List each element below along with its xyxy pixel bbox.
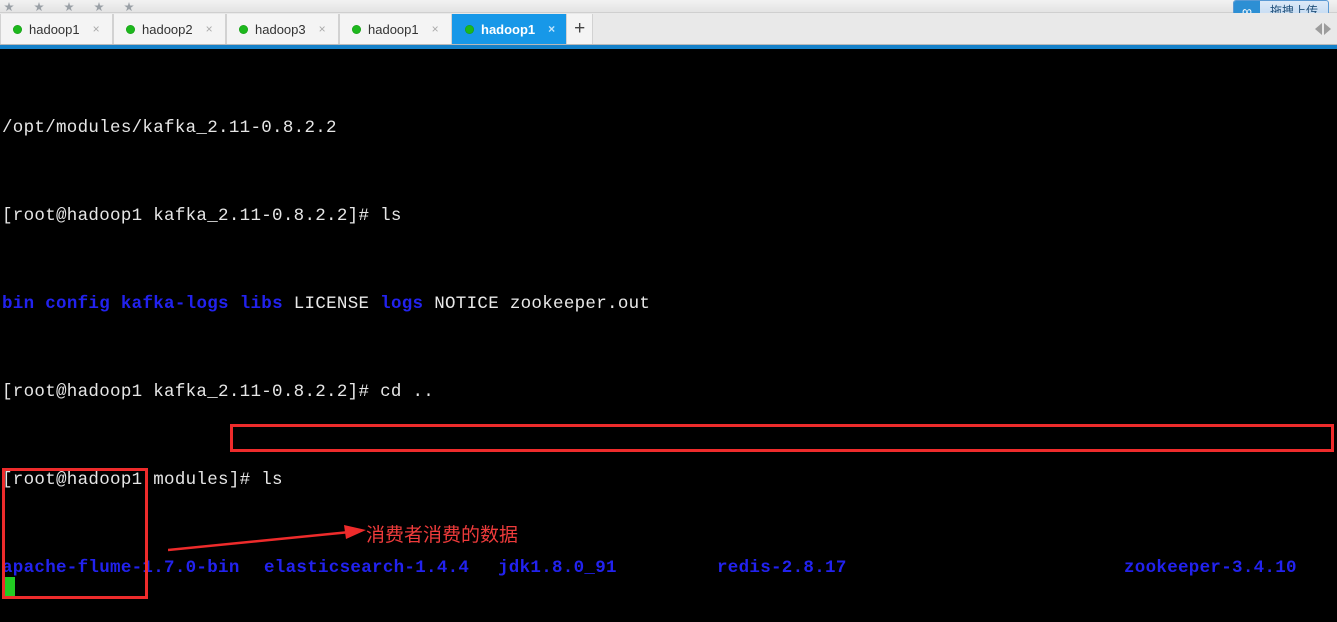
- prompt: [root@hadoop1 kafka_2.11-0.8.2.2]#: [2, 206, 381, 226]
- file-license: LICENSE: [293, 294, 370, 314]
- star-icon: [34, 2, 44, 12]
- connection-status-icon: [465, 24, 474, 34]
- connection-status-icon: [239, 24, 248, 34]
- dir-libs: libs: [239, 294, 283, 314]
- close-icon[interactable]: ×: [206, 23, 213, 35]
- close-icon[interactable]: ×: [432, 23, 439, 35]
- annotation-arrow: [167, 524, 368, 554]
- tab-hadoop3[interactable]: hadoop3 ×: [226, 14, 339, 44]
- close-icon[interactable]: ×: [319, 23, 326, 35]
- tab-hadoop1-2[interactable]: hadoop1 ×: [339, 14, 452, 44]
- bookmark-item[interactable]: [64, 0, 78, 12]
- screen-root: ∞ 拖拽上传 hadoop1 × hadoop2 × hadoop3 × had…: [0, 0, 1337, 622]
- bookmark-item[interactable]: [4, 0, 18, 12]
- tab-label: hadoop1: [29, 21, 80, 37]
- tab-scroll-controls: [1315, 14, 1337, 44]
- file-notice: NOTICE: [434, 294, 499, 314]
- terminal-line-cd-up: [root@hadoop1 kafka_2.11-0.8.2.2]# cd ..: [2, 381, 1337, 403]
- terminal-line-path: /opt/modules/kafka_2.11-0.8.2.2: [2, 118, 337, 138]
- tab-label: hadoop3: [255, 21, 306, 37]
- new-tab-button[interactable]: +: [566, 14, 594, 44]
- command: cd ..: [380, 382, 435, 402]
- connection-status-icon: [13, 24, 22, 34]
- terminal-tab-bar: hadoop1 × hadoop2 × hadoop3 × hadoop1 × …: [0, 13, 1337, 45]
- bookmark-item[interactable]: [34, 0, 48, 12]
- module-entry: redis-2.8.17: [717, 558, 847, 578]
- terminal-cursor: [4, 577, 15, 596]
- prompt: [root@hadoop1 kafka_2.11-0.8.2.2]#: [2, 382, 381, 402]
- dir-bin: bin: [2, 294, 35, 314]
- module-entry: jdk1.8.0_91: [498, 558, 617, 578]
- annotation-note: 消费者消费的数据: [366, 524, 519, 546]
- star-icon: [64, 2, 74, 12]
- dir-kafka-logs: kafka-logs: [120, 294, 229, 314]
- close-icon[interactable]: ×: [93, 23, 100, 35]
- tab-label: hadoop2: [142, 21, 193, 37]
- tab-hadoop2[interactable]: hadoop2 ×: [113, 14, 226, 44]
- module-entry: zookeeper-3.4.10: [1124, 558, 1297, 578]
- connection-status-icon: [126, 24, 135, 34]
- tab-hadoop1-active[interactable]: hadoop1 ×: [452, 14, 567, 44]
- close-icon[interactable]: ×: [548, 23, 555, 35]
- tab-hadoop1-1[interactable]: hadoop1 ×: [0, 14, 113, 44]
- command: ls: [380, 206, 402, 226]
- terminal-line-kafka-ls-1: bin config kafka-logs libs LICENSE logs …: [2, 293, 1337, 315]
- modules-row-1: apache-flume-1.7.0-bin elasticsearch-1.4.…: [2, 557, 1337, 579]
- module-entry: apache-flume-1.7.0-bin: [2, 558, 240, 578]
- star-icon: [94, 2, 104, 12]
- dir-config: config: [45, 294, 111, 314]
- file-zookeeper-out: zookeeper.out: [509, 294, 651, 314]
- scroll-left-icon[interactable]: [1315, 23, 1322, 35]
- bookmark-item[interactable]: [94, 0, 108, 12]
- prompt: [root@hadoop1 modules]#: [2, 470, 262, 490]
- terminal-line-prompt-ls2: [root@hadoop1 modules]# ls: [2, 469, 1337, 491]
- tab-label: hadoop1: [481, 21, 536, 37]
- terminal-line-prompt-ls1: [root@hadoop1 kafka_2.11-0.8.2.2]# ls: [2, 205, 1337, 227]
- scroll-right-icon[interactable]: [1324, 23, 1331, 35]
- connection-status-icon: [352, 24, 361, 34]
- dir-logs: logs: [380, 294, 424, 314]
- tab-label: hadoop1: [368, 21, 419, 37]
- star-icon: [4, 2, 14, 12]
- bookmark-item[interactable]: [124, 0, 138, 12]
- command: ls: [261, 470, 283, 490]
- module-entry: elasticsearch-1.4.4: [264, 558, 470, 578]
- star-icon: [124, 2, 134, 12]
- browser-bookmark-bar: [0, 0, 1337, 13]
